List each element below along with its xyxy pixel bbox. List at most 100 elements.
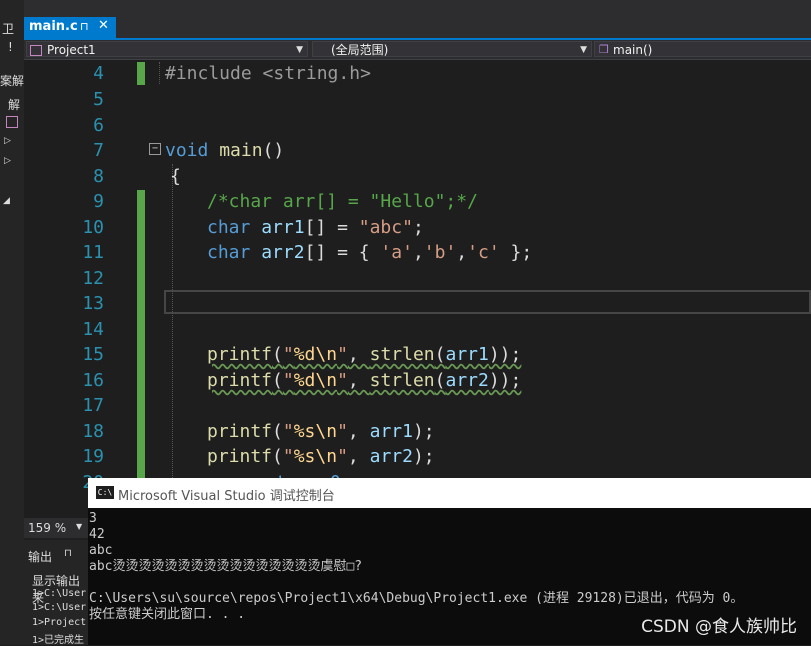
code-token: printf xyxy=(207,344,273,365)
code-token: "abc" xyxy=(358,217,413,238)
expand-icon[interactable]: ▷ xyxy=(4,136,11,146)
indent-guide xyxy=(159,62,160,84)
code-token: ( xyxy=(272,370,283,391)
code-token: }; xyxy=(499,242,533,263)
line-number: 18 xyxy=(82,421,104,442)
line-number: 4 xyxy=(93,63,104,84)
output-panel: 输出 ⊓ 显示输出来 1>C:\User 1>C:\User 1>Project… xyxy=(24,540,88,646)
code-token: %s\n xyxy=(293,446,338,467)
console-line: abc烫烫烫烫烫烫烫烫烫烫烫烫烫烫烫烫虞慰□? xyxy=(89,559,363,574)
debug-console-window[interactable]: C:\ Microsoft Visual Studio 调试控制台 3 42 a… xyxy=(88,478,811,645)
tab-main-c[interactable]: main.c ⊓ ✕ xyxy=(24,17,116,38)
console-line: 42 xyxy=(89,527,105,542)
code-token: , xyxy=(347,421,370,442)
code-token: ); xyxy=(412,421,435,442)
code-token: " xyxy=(337,421,348,442)
code-token: char xyxy=(207,242,251,263)
tab-row: main.c ⊓ ✕ xyxy=(24,17,811,40)
code-line: printf("%d\n", strlen(arr2)); xyxy=(207,370,521,391)
class-icon[interactable] xyxy=(6,116,18,128)
left-tool-strip: 卫 ! 案解 解 ▷ ▷ ◢ xyxy=(0,0,24,645)
console-line: 3 xyxy=(89,511,97,526)
code-token: ( xyxy=(272,421,283,442)
code-line: /*char arr[] = "Hello";*/ xyxy=(207,191,478,212)
console-title: Microsoft Visual Studio 调试控制台 xyxy=(118,489,335,504)
code-token: printf xyxy=(207,370,273,391)
console-app-icon: C:\ xyxy=(96,486,114,499)
code-line: #include <string.h> xyxy=(165,63,371,84)
code-token: " xyxy=(337,344,348,365)
code-token: arr2 xyxy=(369,446,413,467)
collapse-icon[interactable]: ◢ xyxy=(3,196,10,206)
function-label: main() xyxy=(613,43,653,57)
code-token: strlen xyxy=(369,344,435,365)
code-token: , xyxy=(347,344,370,365)
pin-icon[interactable]: ⊓ xyxy=(64,548,72,559)
code-token: )); xyxy=(488,370,522,391)
code-token: main xyxy=(219,140,263,161)
line-number: 8 xyxy=(93,166,104,187)
change-marker xyxy=(137,62,145,85)
line-number: 12 xyxy=(82,268,104,289)
left-strip-label[interactable]: 解 xyxy=(8,96,20,113)
code-token: arr1 xyxy=(445,344,489,365)
line-number: 9 xyxy=(93,191,104,212)
code-token: ( xyxy=(272,344,283,365)
code-token: , xyxy=(347,370,370,391)
left-strip-label[interactable]: 卫 xyxy=(2,20,14,37)
console-title-bar[interactable]: C:\ Microsoft Visual Studio 调试控制台 xyxy=(88,478,811,508)
line-number: 15 xyxy=(82,344,104,365)
line-number: 19 xyxy=(82,446,104,467)
zoom-level: 159 % xyxy=(28,521,67,535)
line-number: 5 xyxy=(93,89,104,110)
code-token: char xyxy=(207,217,251,238)
left-strip-label[interactable]: 案解 xyxy=(0,72,24,89)
code-editor[interactable]: − 4 5 6 7 8 9 10 11 12 13 14 15 16 17 18… xyxy=(24,60,811,535)
code-line: char arr2[] = { 'a','b','c' }; xyxy=(207,242,532,263)
code-token: 'b' xyxy=(423,242,457,263)
code-token: ; xyxy=(412,217,424,238)
expand-icon[interactable]: ▷ xyxy=(4,156,11,166)
project-dropdown[interactable]: Project1 ▼ xyxy=(26,41,308,57)
scope-dropdown[interactable]: (全局范围) ▼ xyxy=(312,41,592,57)
code-token: " xyxy=(282,370,294,391)
line-number: 11 xyxy=(82,242,104,263)
code-token: , xyxy=(347,446,370,467)
pin-icon[interactable]: ⊓ xyxy=(80,20,89,33)
code-token: , xyxy=(456,242,468,263)
title-bar xyxy=(24,0,811,17)
code-token: " xyxy=(282,421,294,442)
function-dropdown[interactable]: ❒ main() xyxy=(594,41,811,57)
current-line-highlight xyxy=(164,290,811,314)
project-icon xyxy=(30,45,42,56)
left-strip-label[interactable]: ! xyxy=(8,40,13,54)
code-token: )); xyxy=(488,344,522,365)
chevron-down-icon: ▼ xyxy=(296,45,303,55)
function-icon: ❒ xyxy=(599,43,609,56)
code-token: void xyxy=(165,140,209,161)
close-icon[interactable]: ✕ xyxy=(98,18,109,33)
code-token: arr1 xyxy=(369,421,413,442)
code-token: ( xyxy=(272,446,283,467)
code-token: () xyxy=(262,140,285,161)
scope-label: (全局范围) xyxy=(331,43,389,57)
code-token: " xyxy=(282,446,294,467)
code-token: " xyxy=(282,344,294,365)
code-token: %s\n xyxy=(293,421,338,442)
code-token: 'a' xyxy=(380,242,413,263)
project-label: Project1 xyxy=(47,43,96,57)
code-token: arr2 xyxy=(261,242,305,263)
code-line: printf("%d\n", strlen(arr1)); xyxy=(207,344,521,365)
code-token: " xyxy=(337,446,348,467)
code-line: printf("%s\n", arr2); xyxy=(207,446,435,467)
code-token: [] = { xyxy=(304,242,381,263)
tab-label: main.c xyxy=(29,19,78,34)
watermark: CSDN @食人族帅比 xyxy=(641,617,797,637)
zoom-control[interactable]: 159 % ▼ xyxy=(24,518,88,538)
line-number: 14 xyxy=(82,319,104,340)
code-token: , xyxy=(412,242,424,263)
output-title[interactable]: 输出 xyxy=(28,548,52,565)
line-number: 10 xyxy=(82,217,104,238)
collapse-icon[interactable]: − xyxy=(149,143,161,155)
code-token: [] = xyxy=(304,217,359,238)
